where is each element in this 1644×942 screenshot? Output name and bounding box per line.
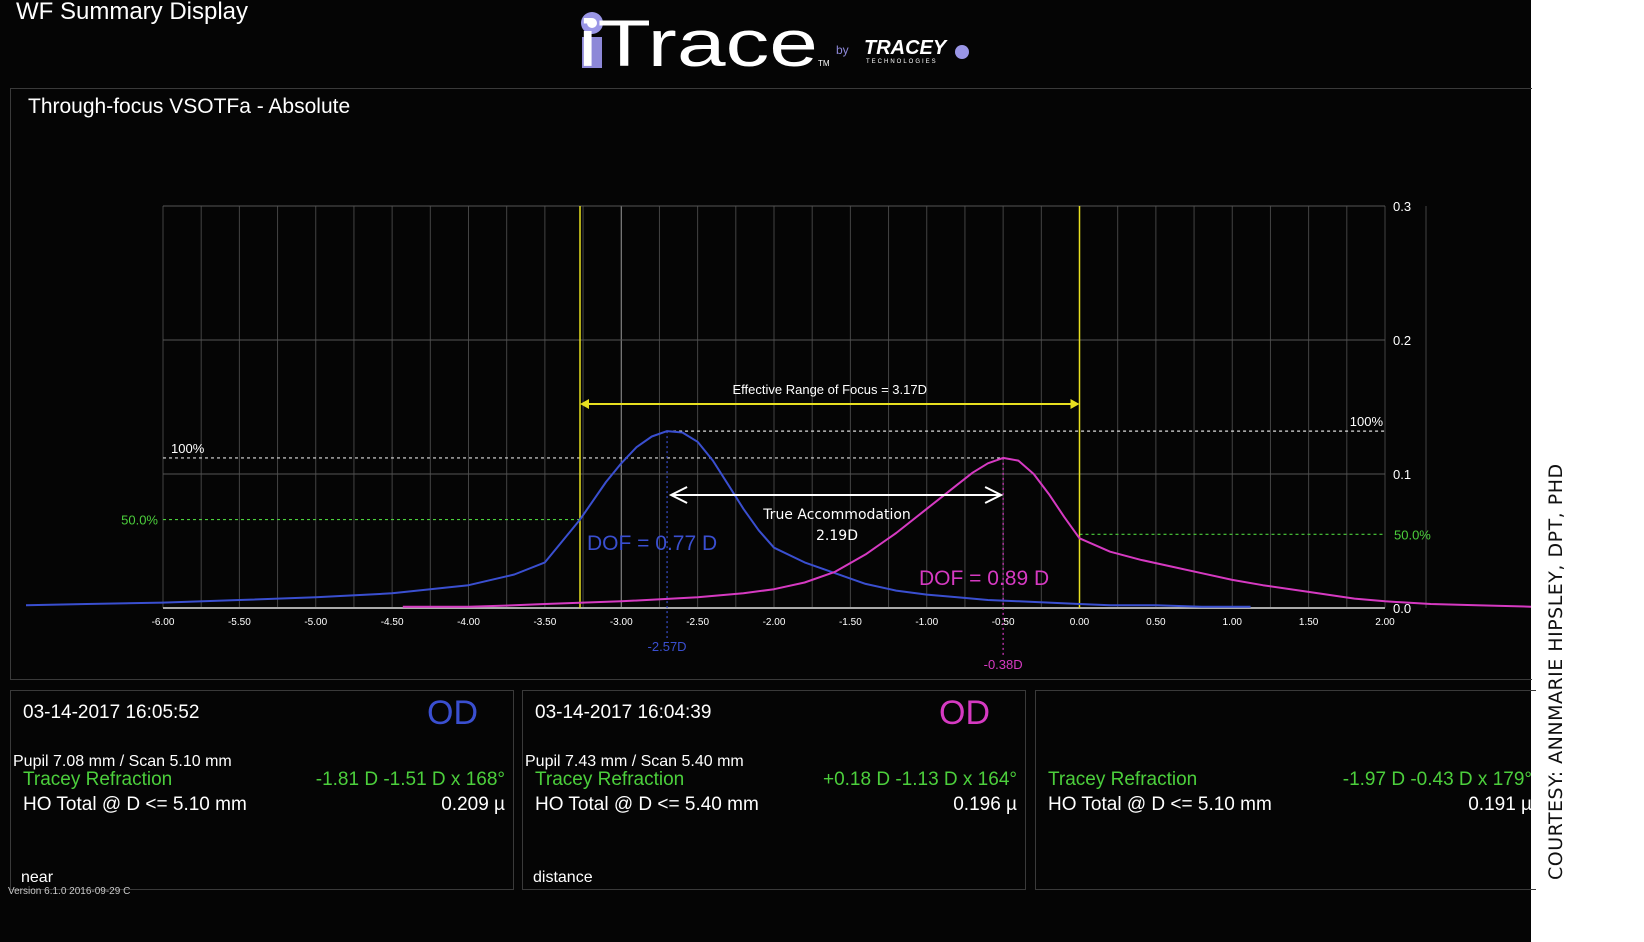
effective-range-arrowhead-right — [1070, 399, 1080, 409]
ho-total-value: 0.191 µ — [1468, 794, 1532, 815]
dof-distance-label: DOF = 0.89 D — [919, 567, 1049, 590]
refraction-value: +0.18 D -1.13 D x 164° — [822, 769, 1017, 790]
true-accommodation-label: True Accommodation — [762, 507, 911, 523]
peak-marker-label: -0.38D — [984, 657, 1023, 672]
peak-marker-label: -2.57D — [648, 639, 687, 654]
reference-label-100-right: 100% — [1350, 414, 1384, 429]
x-tick-label: -1.50 — [839, 617, 862, 628]
x-tick-label: -5.00 — [304, 617, 327, 628]
wf-summary-screen: WF Summary Display iTrace TM by TRACEY T… — [0, 0, 1536, 942]
reference-label-100-left: 100% — [171, 441, 205, 456]
effective-range-label: Effective Range of Focus = 3.17D — [732, 382, 927, 397]
image-courtesy-credit: COURTESY: ANNMARIE HIPSLEY, DPT, PHD — [1545, 463, 1567, 880]
x-tick-label: -2.00 — [763, 617, 786, 628]
x-tick-label: -2.50 — [686, 617, 709, 628]
x-tick-label: -1.00 — [915, 617, 938, 628]
info-panel-near: 03-14-2017 16:05:52 OD Pupil 7.08 mm / S… — [10, 690, 514, 890]
x-tick-label: 2.00 — [1375, 617, 1395, 628]
x-tick-label: 0.50 — [1146, 617, 1166, 628]
info-panel-third: Tracey Refraction -1.97 D -0.43 D x 179°… — [1035, 690, 1536, 890]
condition-label: near — [21, 869, 54, 886]
ho-total-value: 0.209 µ — [441, 794, 505, 815]
dof-near-label: DOF = 0.77 D — [587, 532, 717, 555]
condition-label: distance — [533, 869, 593, 886]
tick-labels-layer: -6.00 -5.50 -5.00 -4.50 -4.00 -3.50 -3.00 -2.50… — [152, 199, 1411, 628]
x-tick-label: -4.50 — [381, 617, 404, 628]
x-tick-label: 0.00 — [1070, 617, 1090, 628]
version-label: Version 6.1.0 2016-09-29 C — [8, 886, 131, 897]
refraction-label: Tracey Refraction — [23, 769, 173, 790]
x-tick-label: 1.00 — [1223, 617, 1243, 628]
reference-label-50-right: 50.0% — [1394, 527, 1431, 542]
ho-total-value: 0.196 µ — [953, 794, 1017, 815]
eye-label: OD — [427, 694, 478, 732]
ho-total-label: HO Total @ D <= 5.10 mm — [23, 794, 247, 815]
through-focus-chart: 100% 100% 50.0% 50.0% -2.57D -0.38D Effective… — [25, 199, 1531, 672]
x-tick-label: -3.00 — [610, 617, 633, 628]
eye-label: OD — [939, 694, 990, 732]
y-tick-label: 0.0 — [1393, 601, 1411, 616]
refraction-label: Tracey Refraction — [1048, 769, 1198, 790]
ho-total-label: HO Total @ D <= 5.40 mm — [535, 794, 759, 815]
x-tick-label: -3.50 — [533, 617, 556, 628]
x-tick-label: -4.00 — [457, 617, 480, 628]
y-tick-label: 0.3 — [1393, 199, 1411, 214]
refraction-label: Tracey Refraction — [535, 769, 685, 790]
reference-label-50-left: 50.0% — [121, 513, 158, 528]
grid-layer — [162, 205, 1427, 609]
y-tick-label: 0.1 — [1393, 467, 1411, 482]
refraction-value: -1.81 D -1.51 D x 168° — [315, 769, 505, 790]
effective-range-arrowhead-left — [580, 399, 590, 409]
x-tick-label: 1.50 — [1299, 617, 1319, 628]
reference-lines-layer: 100% 100% 50.0% 50.0% — [121, 206, 1431, 655]
x-tick-label: -5.50 — [228, 617, 251, 628]
annotations-layer: -2.57D -0.38D Effective Range of Focus = 3… — [580, 382, 1080, 672]
exam-datetime: 03-14-2017 16:05:52 — [23, 702, 200, 723]
y-tick-label: 0.2 — [1393, 333, 1411, 348]
refraction-value: -1.97 D -0.43 D x 179° — [1342, 769, 1532, 790]
exam-datetime: 03-14-2017 16:04:39 — [535, 702, 712, 723]
info-panel-distance: 03-14-2017 16:04:39 OD Pupil 7.43 mm / S… — [522, 690, 1026, 890]
x-tick-label: -0.50 — [992, 617, 1015, 628]
ho-total-label: HO Total @ D <= 5.10 mm — [1048, 794, 1272, 815]
true-accommodation-value: 2.19D — [816, 528, 858, 544]
x-tick-label: -6.00 — [152, 617, 175, 628]
